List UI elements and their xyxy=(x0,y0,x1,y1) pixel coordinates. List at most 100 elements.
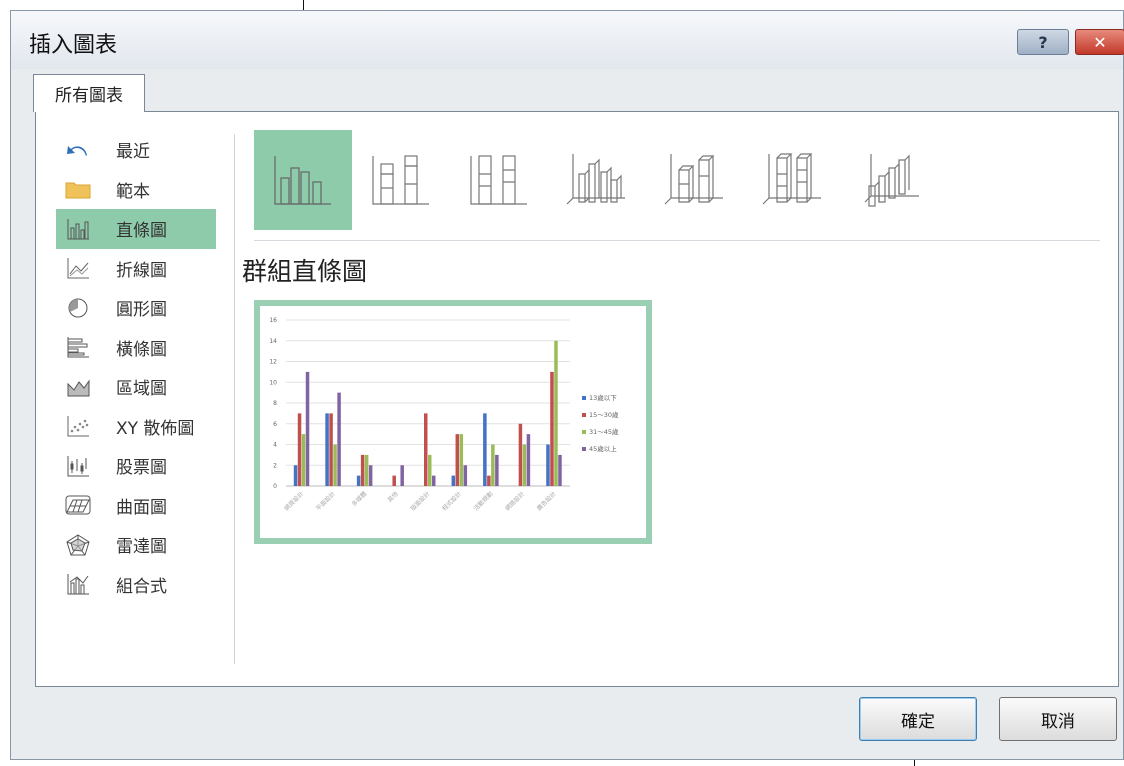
sidebar-item-label: 範本 xyxy=(116,181,150,202)
legend-swatch xyxy=(582,447,586,451)
chart-preview[interactable]: 0 2 4 6 8 10 12 14 16 網頁設計 平面設計 多媒體 其他 版面設計 程式設計 活動規劃 網路… xyxy=(254,300,652,544)
bar xyxy=(368,465,373,486)
subtype-3d-100-stacked-column[interactable] xyxy=(744,130,842,230)
stock-chart-icon xyxy=(62,454,94,478)
legend-label: 45歲以上 xyxy=(589,444,617,453)
y-tick-label: 0 xyxy=(273,483,277,490)
subtype-stacked-column[interactable] xyxy=(352,130,450,230)
bar xyxy=(424,413,428,486)
sidebar-item-bar[interactable]: 橫條圖 xyxy=(56,328,216,368)
y-tick-label: 6 xyxy=(273,421,277,428)
bar xyxy=(455,434,460,486)
close-icon: ✕ xyxy=(1093,32,1107,52)
clustered-column-icon xyxy=(274,156,331,205)
stacked-column-icon xyxy=(372,155,429,205)
bar xyxy=(325,413,329,486)
y-tick-label: 16 xyxy=(269,317,277,324)
bar xyxy=(337,392,341,486)
bar xyxy=(483,413,487,486)
bar xyxy=(333,444,337,486)
bar-chart-icon xyxy=(62,335,94,359)
help-button[interactable]: ? xyxy=(1017,29,1069,55)
bar xyxy=(301,434,306,486)
bar xyxy=(432,475,436,486)
radar-chart-icon xyxy=(62,533,94,557)
sidebar-item-area[interactable]: 區域圖 xyxy=(56,367,216,407)
legend-label: 15～30歲 xyxy=(589,410,619,419)
bar xyxy=(451,475,456,486)
bar xyxy=(428,454,432,486)
sidebar-item-label: 折線圖 xyxy=(116,260,167,281)
bar xyxy=(463,465,468,486)
sidebar-item-recent[interactable]: 最近 xyxy=(56,130,216,170)
sidebar-divider xyxy=(234,134,235,664)
y-tick-label: 8 xyxy=(273,400,277,407)
y-tick-label: 2 xyxy=(273,462,277,469)
subtype-100-stacked-column[interactable] xyxy=(450,130,548,230)
help-icon: ? xyxy=(1038,32,1048,52)
bar xyxy=(392,475,396,486)
ok-button[interactable]: 確定 xyxy=(859,697,977,741)
sidebar-item-combo[interactable]: 組合式 xyxy=(56,565,216,605)
sidebar-item-label: 橫條圖 xyxy=(116,339,167,360)
bar xyxy=(360,454,365,486)
pie-chart-icon xyxy=(62,296,94,320)
sidebar-item-label: 圓形圖 xyxy=(116,300,167,321)
subtype-3d-clustered-column[interactable] xyxy=(548,130,646,230)
line-chart-icon xyxy=(62,256,94,280)
bar xyxy=(305,371,310,486)
sidebar-item-stock[interactable]: 股票圖 xyxy=(56,446,216,486)
y-tick-label: 12 xyxy=(269,359,277,366)
x-tick-label: 網頁設計 xyxy=(283,490,306,513)
sidebar-item-label: 最近 xyxy=(116,142,150,163)
sidebar-item-label: 股票圖 xyxy=(116,458,167,479)
y-tick-label: 4 xyxy=(273,442,277,449)
scatter-chart-icon xyxy=(62,414,94,438)
subtype-3d-stacked-column[interactable] xyxy=(646,130,744,230)
close-button[interactable]: ✕ xyxy=(1075,29,1124,55)
3d-stacked-column-icon xyxy=(664,154,723,205)
recent-undo-icon xyxy=(62,138,94,162)
bar xyxy=(297,413,302,486)
legend-swatch xyxy=(582,413,586,417)
legend-swatch xyxy=(582,396,586,400)
sidebar-item-pie[interactable]: 圓形圖 xyxy=(56,288,216,328)
dialog-title: 插入圖表 xyxy=(29,33,118,58)
area-chart-icon xyxy=(62,375,94,399)
bar xyxy=(293,465,298,486)
tab-all-charts[interactable]: 所有圖表 xyxy=(33,74,145,112)
x-tick-label: 版面設計 xyxy=(409,490,432,513)
bar xyxy=(491,444,495,486)
bar xyxy=(558,454,562,486)
bar xyxy=(364,454,369,486)
sidebar-item-surface[interactable]: 曲面圖 xyxy=(56,486,216,526)
x-tick-label: 廣告設計 xyxy=(535,490,558,513)
y-tick-label: 10 xyxy=(269,379,277,386)
sidebar-item-line[interactable]: 折線圖 xyxy=(56,249,216,289)
x-tick-label: 活動規劃 xyxy=(472,490,495,513)
bar xyxy=(550,371,554,486)
legend-label: 13歲以下 xyxy=(589,393,617,402)
bar xyxy=(329,413,333,486)
sidebar-item-templates[interactable]: 範本 xyxy=(56,170,216,210)
bar xyxy=(546,444,550,486)
sidebar-item-label: 組合式 xyxy=(116,576,167,597)
3d-column-icon xyxy=(864,154,919,207)
bar xyxy=(495,454,499,486)
sidebar-item-label: 曲面圖 xyxy=(116,497,167,518)
sidebar-item-label: 區域圖 xyxy=(116,379,167,400)
sidebar-item-radar[interactable]: 雷達圖 xyxy=(56,525,216,565)
bar xyxy=(518,423,523,486)
subtype-clustered-column[interactable] xyxy=(254,130,352,230)
template-folder-icon xyxy=(62,177,94,201)
sidebar-item-column[interactable]: 直條圖 xyxy=(56,209,216,249)
bar xyxy=(356,475,361,486)
legend-label: 31～45歲 xyxy=(589,427,619,436)
subtype-3d-column[interactable] xyxy=(842,130,940,230)
bar xyxy=(522,444,527,486)
x-tick-label: 程式設計 xyxy=(440,490,463,513)
sidebar-item-scatter[interactable]: XY 散佈圖 xyxy=(56,407,216,447)
bar xyxy=(400,465,404,486)
cancel-button[interactable]: 取消 xyxy=(999,697,1117,741)
x-tick-label: 平面設計 xyxy=(314,490,337,513)
